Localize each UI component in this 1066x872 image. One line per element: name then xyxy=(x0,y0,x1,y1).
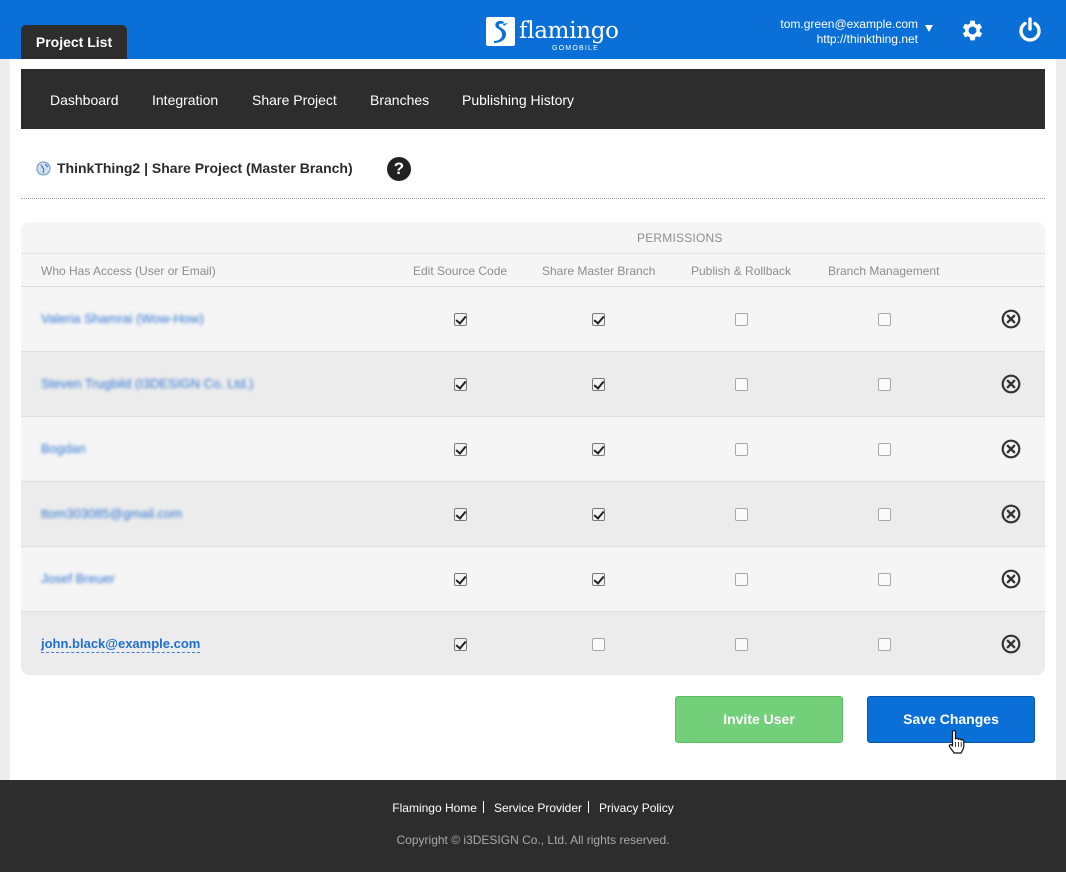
col-share-master-branch: Share Master Branch xyxy=(542,264,656,278)
share-master-branch-checkbox[interactable] xyxy=(592,573,605,586)
table-row: ttom303085@gmail.com xyxy=(21,482,1045,547)
col-publish-rollback: Publish & Rollback xyxy=(691,264,792,278)
table-row: john.black@example.com xyxy=(21,612,1045,675)
hand-cursor-icon xyxy=(948,729,965,754)
col-branch-management: Branch Management xyxy=(828,264,940,278)
divider xyxy=(21,198,1045,199)
copyright: Copyright © i3DESIGN Co., Ltd. All right… xyxy=(396,833,670,847)
footer-link-privacy-policy[interactable]: Privacy Policy xyxy=(593,801,680,815)
footer-links: Flamingo Home Service Provider Privacy Pol… xyxy=(0,801,1066,815)
remove-user-icon[interactable] xyxy=(1001,374,1021,394)
remove-user-icon[interactable] xyxy=(1001,569,1021,589)
tab-project-list[interactable]: Project List xyxy=(21,25,127,59)
edit-source-code-checkbox[interactable] xyxy=(454,443,467,456)
remove-user-icon[interactable] xyxy=(1001,309,1021,329)
subnav-publishing-history[interactable]: Publishing History xyxy=(462,69,574,129)
publish-rollback-checkbox[interactable] xyxy=(735,573,748,586)
page-heading: ThinkThing2 | Share Project (Master Bran… xyxy=(36,157,436,181)
edit-source-code-checkbox[interactable] xyxy=(454,638,467,651)
permissions-label: PERMISSIONS xyxy=(637,231,723,245)
user-menu[interactable]: tom.green@example.com http://thinkthing.… xyxy=(780,17,918,47)
edit-source-code-checkbox[interactable] xyxy=(454,573,467,586)
edit-source-code-checkbox[interactable] xyxy=(454,378,467,391)
user-name-link[interactable]: Josef Breuer xyxy=(41,571,115,586)
top-bar: Project List flamingo GOMOBILE tom.green… xyxy=(0,0,1066,59)
remove-user-icon[interactable] xyxy=(1001,439,1021,459)
branch-management-checkbox[interactable] xyxy=(878,378,891,391)
globe-icon xyxy=(36,161,51,176)
share-master-branch-checkbox[interactable] xyxy=(592,638,605,651)
subnav-branches[interactable]: Branches xyxy=(370,69,429,129)
sharing-table: PERMISSIONS Who Has Access (User or Emai… xyxy=(21,222,1045,675)
publish-rollback-checkbox[interactable] xyxy=(735,508,748,521)
invite-user-button[interactable]: Invite User xyxy=(675,696,843,743)
share-master-branch-checkbox[interactable] xyxy=(592,443,605,456)
subnav-dashboard[interactable]: Dashboard xyxy=(50,69,119,129)
subnav-share-project[interactable]: Share Project xyxy=(252,69,337,129)
table-row: Steven Trugbild (I3DESIGN Co. Ltd.) xyxy=(21,352,1045,417)
table-row: Valeria Shamrai (Wow-How) xyxy=(21,287,1045,352)
remove-user-icon[interactable] xyxy=(1001,504,1021,524)
user-name-link[interactable]: john.black@example.com xyxy=(41,636,201,653)
flamingo-logo-mark-icon xyxy=(486,17,515,46)
col-edit-source-code: Edit Source Code xyxy=(413,264,508,278)
remove-user-icon[interactable] xyxy=(1001,634,1021,654)
help-icon[interactable]: ? xyxy=(387,157,411,181)
footer-link-flamingo-home[interactable]: Flamingo Home xyxy=(386,801,483,815)
user-name-link[interactable]: Bogdan xyxy=(41,441,86,456)
user-name-link[interactable]: Steven Trugbild (I3DESIGN Co. Ltd.) xyxy=(41,376,253,391)
permissions-header: PERMISSIONS xyxy=(21,222,1045,254)
main-panel: Dashboard Integration Share Project Bran… xyxy=(10,59,1056,780)
logo-subtitle: GOMOBILE xyxy=(552,45,599,52)
edit-source-code-checkbox[interactable] xyxy=(454,313,467,326)
publish-rollback-checkbox[interactable] xyxy=(735,443,748,456)
user-name-link[interactable]: Valeria Shamrai (Wow-How) xyxy=(41,311,204,326)
logo-wordmark: flamingo xyxy=(519,18,619,44)
footer: Flamingo Home Service Provider Privacy Pol… xyxy=(0,780,1066,872)
power-icon[interactable] xyxy=(1016,16,1044,44)
flamingo-logo[interactable]: flamingo GOMOBILE xyxy=(486,16,619,54)
subnav-integration[interactable]: Integration xyxy=(152,69,218,129)
user-email: tom.green@example.com xyxy=(780,17,918,31)
publish-rollback-checkbox[interactable] xyxy=(735,378,748,391)
user-site: http://thinkthing.net xyxy=(816,32,918,46)
page-title: ThinkThing2 | Share Project (Master Bran… xyxy=(57,160,353,176)
publish-rollback-checkbox[interactable] xyxy=(735,313,748,326)
footer-link-service-provider[interactable]: Service Provider xyxy=(488,801,588,815)
branch-management-checkbox[interactable] xyxy=(878,508,891,521)
branch-management-checkbox[interactable] xyxy=(878,443,891,456)
table-row: Josef Breuer xyxy=(21,547,1045,612)
project-subnav: Dashboard Integration Share Project Bran… xyxy=(21,69,1045,129)
share-master-branch-checkbox[interactable] xyxy=(592,313,605,326)
edit-source-code-checkbox[interactable] xyxy=(454,508,467,521)
share-master-branch-checkbox[interactable] xyxy=(592,378,605,391)
col-who-has-access: Who Has Access (User or Email) xyxy=(41,264,216,278)
gear-icon[interactable] xyxy=(959,17,986,44)
user-name-link[interactable]: ttom303085@gmail.com xyxy=(41,506,182,521)
publish-rollback-checkbox[interactable] xyxy=(735,638,748,651)
share-master-branch-checkbox[interactable] xyxy=(592,508,605,521)
table-row: Bogdan xyxy=(21,417,1045,482)
branch-management-checkbox[interactable] xyxy=(878,313,891,326)
branch-management-checkbox[interactable] xyxy=(878,638,891,651)
branch-management-checkbox[interactable] xyxy=(878,573,891,586)
table-header-row: Who Has Access (User or Email) Edit Sour… xyxy=(21,254,1045,287)
chevron-down-icon[interactable] xyxy=(925,25,933,32)
